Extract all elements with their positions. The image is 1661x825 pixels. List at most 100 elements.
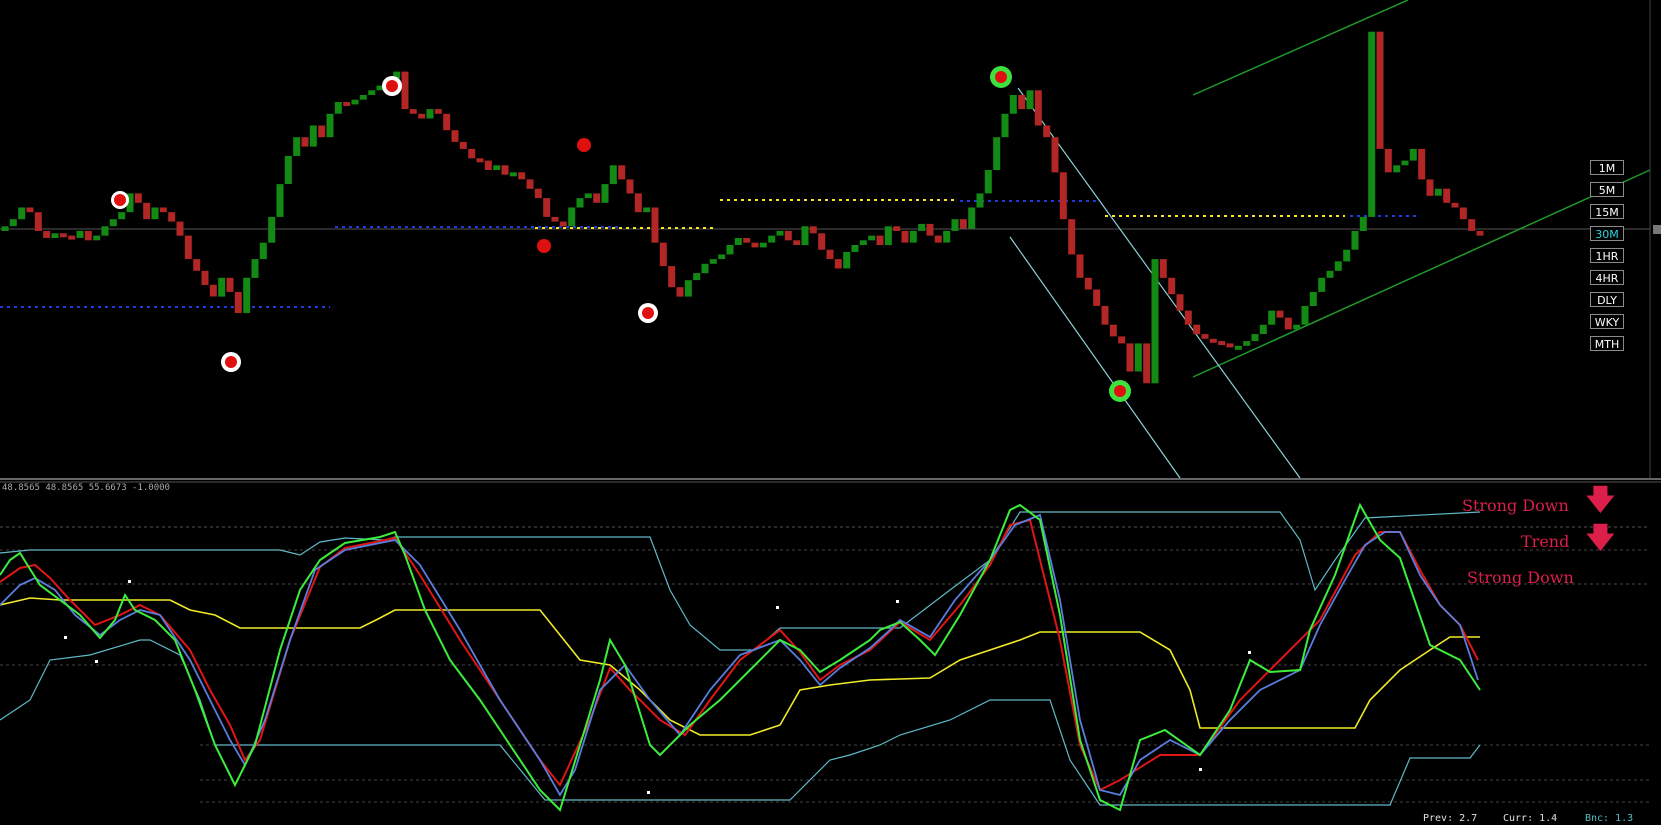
- price-bar: [1059, 172, 1067, 220]
- price-bar: [109, 219, 117, 227]
- price-bar: [68, 235, 76, 240]
- price-bar: [618, 165, 626, 180]
- pivot-dot: [386, 80, 398, 92]
- price-bar: [1093, 289, 1101, 306]
- pivot-dot: [642, 307, 654, 319]
- price-bar: [551, 216, 559, 222]
- price-bar: [1359, 216, 1367, 231]
- footer-prev: Prev: 2.7: [1423, 813, 1478, 824]
- price-bar: [526, 179, 534, 189]
- pivot-markers: [111, 66, 1131, 402]
- timeframe-button-5m[interactable]: 5M: [1590, 182, 1624, 197]
- price-bar: [176, 221, 184, 236]
- price-bar: [1434, 188, 1442, 196]
- green-channel-upper: [1192, 0, 1409, 96]
- timeframe-button-1hr[interactable]: 1HR: [1590, 248, 1624, 263]
- price-scale-marker: [1653, 225, 1661, 234]
- price-bar: [543, 198, 551, 217]
- osc-dot: [647, 791, 650, 794]
- price-bar: [1343, 249, 1351, 262]
- price-bar: [1159, 259, 1167, 278]
- price-bar: [168, 212, 176, 222]
- price-bar: [1143, 343, 1151, 384]
- osc-dot: [64, 636, 67, 639]
- price-bar: [1026, 90, 1034, 110]
- price-bar: [1076, 254, 1084, 278]
- trading-chart: [0, 0, 1661, 812]
- oscillator-pane: [0, 502, 1650, 812]
- price-bar: [1459, 207, 1467, 220]
- price-bar: [1443, 188, 1451, 203]
- price-bar: [234, 291, 242, 313]
- price-bar: [43, 230, 51, 238]
- price-bar: [1109, 324, 1117, 337]
- price-bar: [34, 212, 42, 231]
- timeframe-button-dly[interactable]: DLY: [1590, 292, 1624, 307]
- price-bar: [1184, 310, 1192, 325]
- price-bar: [184, 235, 192, 259]
- timeframe-button-1m[interactable]: 1M: [1590, 160, 1624, 175]
- price-bar: [1234, 345, 1242, 350]
- price-bar: [209, 284, 217, 297]
- price-bar: [318, 125, 326, 138]
- price-bar: [1384, 148, 1392, 173]
- price-bar: [934, 235, 942, 243]
- price-bar: [743, 238, 751, 243]
- price-bar: [884, 226, 892, 246]
- price-bar: [534, 188, 542, 199]
- price-bar: [226, 277, 234, 292]
- pivot-dot: [114, 194, 126, 206]
- price-bar: [1418, 148, 1426, 180]
- pivot-dot: [1114, 385, 1126, 397]
- price-bar: [851, 245, 859, 252]
- price-bar: [1, 226, 9, 231]
- price-bar: [101, 226, 109, 236]
- price-bar: [409, 109, 417, 114]
- timeframe-button-mth[interactable]: MTH: [1590, 336, 1624, 351]
- price-bar: [576, 198, 584, 208]
- price-bar: [368, 90, 376, 95]
- timeframe-button-4hr[interactable]: 4HR: [1590, 270, 1624, 285]
- price-bar: [1301, 305, 1309, 325]
- osc-dot: [776, 606, 779, 609]
- price-bar: [1309, 291, 1317, 306]
- trend-channels: [1009, 0, 1651, 479]
- price-bar: [1118, 336, 1126, 344]
- price-bar: [676, 287, 684, 297]
- price-bar: [509, 172, 517, 177]
- blue-oscillator-line: [0, 513, 1479, 797]
- timeframe-button-30m[interactable]: 30M: [1590, 226, 1624, 241]
- price-bar: [1284, 317, 1292, 330]
- signal-strong-down-2: Strong Down: [1467, 568, 1574, 587]
- price-bar: [1426, 179, 1434, 196]
- price-bar: [951, 219, 959, 231]
- price-bar: [84, 230, 92, 241]
- price-bar: [1101, 305, 1109, 325]
- price-bar: [809, 226, 817, 234]
- price-bar: [984, 170, 992, 194]
- price-bar: [518, 172, 526, 180]
- price-bar: [701, 263, 709, 274]
- price-bar: [918, 223, 926, 231]
- osc-dot: [1248, 651, 1251, 654]
- timeframe-button-wky[interactable]: WKY: [1590, 314, 1624, 329]
- green-channel-lower: [1192, 169, 1651, 378]
- price-bar: [1018, 95, 1026, 110]
- price-bar: [484, 160, 492, 170]
- price-bar: [1318, 277, 1326, 292]
- price-bar: [1351, 230, 1359, 250]
- price-bar: [1376, 31, 1384, 149]
- osc-dot: [1199, 768, 1202, 771]
- price-bar: [751, 242, 759, 248]
- price-bar: [118, 212, 126, 220]
- price-bar: [193, 259, 201, 271]
- price-bar: [451, 130, 459, 142]
- timeframe-button-15m[interactable]: 15M: [1590, 204, 1624, 219]
- price-bar: [418, 113, 426, 119]
- price-bar: [568, 207, 576, 227]
- price-bar: [726, 245, 734, 255]
- price-bar: [276, 184, 284, 217]
- green-oscillator-line: [0, 502, 1481, 812]
- price-bar: [1209, 338, 1217, 343]
- price-bar: [843, 252, 851, 269]
